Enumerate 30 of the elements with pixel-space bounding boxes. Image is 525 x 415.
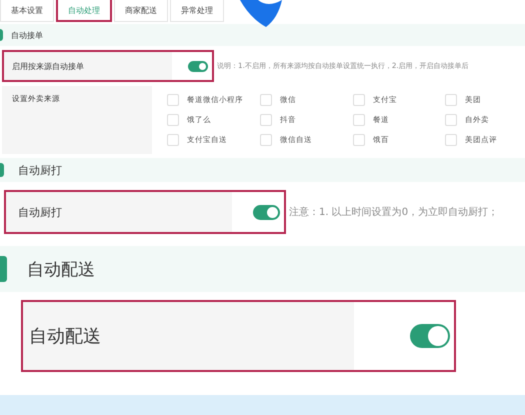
checkbox[interactable] (445, 134, 457, 146)
toggle-switch[interactable] (253, 204, 280, 220)
checkbox[interactable] (353, 134, 365, 146)
brush-stroke-drawing (238, 0, 284, 28)
accent-bar (0, 28, 3, 42)
section-title: 自动厨打 (18, 162, 62, 178)
checkbox[interactable] (260, 134, 272, 146)
checkbox[interactable] (167, 114, 179, 126)
checkbox[interactable] (445, 94, 457, 106)
accent-bar (0, 163, 4, 177)
tab[interactable]: 自动处理 (56, 0, 112, 22)
setting-label: 启用按来源自动接单 (4, 52, 172, 80)
section-title: 自动配送 (27, 258, 95, 280)
checkbox[interactable] (260, 114, 272, 126)
tab[interactable]: 商家配送 (114, 0, 168, 22)
toggle-switch[interactable] (188, 60, 208, 72)
note-text: 注意：1. 以上时间设置为0，为立即自动厨打； (289, 206, 498, 220)
checkbox[interactable] (353, 114, 365, 126)
toggle-switch[interactable] (410, 324, 450, 348)
checkbox[interactable] (260, 94, 272, 106)
setting-label: 自动厨打 (6, 192, 232, 232)
tab[interactable]: 基本设置 (0, 0, 54, 22)
setting-label: 自动配送 (23, 302, 354, 370)
accent-bar (0, 256, 7, 282)
checkbox[interactable] (167, 94, 179, 106)
section-title: 自动接单 (11, 30, 43, 40)
checkbox[interactable] (167, 134, 179, 146)
tab[interactable]: 异常处理 (170, 0, 224, 22)
checkbox[interactable] (353, 94, 365, 106)
checkbox[interactable] (445, 114, 457, 126)
